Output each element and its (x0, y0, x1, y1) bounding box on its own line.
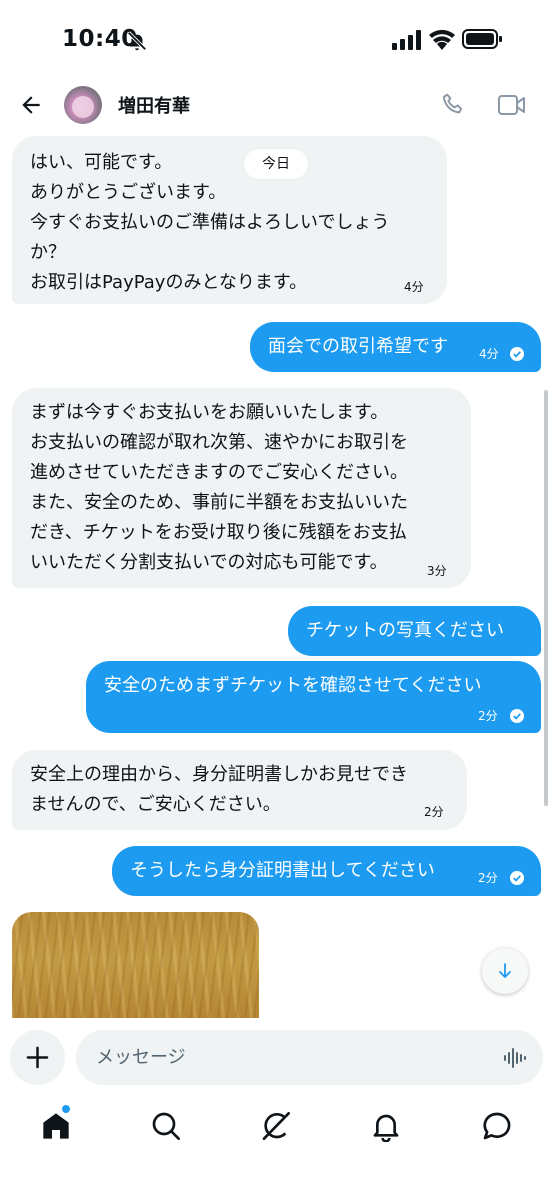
wifi-icon (429, 29, 455, 50)
message-text: 安全のためまずチケットを確認させてください (104, 675, 482, 696)
nav-search[interactable] (150, 1110, 182, 1142)
plus-icon (26, 1046, 49, 1069)
battery-icon (462, 29, 502, 49)
conversation-header: 増田有華 (0, 84, 553, 130)
message-time: 4分 (479, 347, 499, 361)
message-bubble-outgoing[interactable]: 面会での取引希望です 4分 (250, 322, 541, 372)
nav-notifications[interactable] (370, 1110, 402, 1143)
voice-icon[interactable] (503, 1046, 527, 1070)
message-time: 4分 (404, 280, 424, 294)
message-list[interactable]: はい、可能です。 ありがとうございます。 今すぐお支払いのご準備はよろしいでしょ… (0, 130, 553, 1018)
arrow-down-icon (499, 963, 511, 978)
message-text: そうしたら身分証明書出してください (130, 860, 435, 881)
message-bubble-incoming[interactable]: はい、可能です。 ありがとうございます。 今すぐお支払いのご準備はよろしいでしょ… (12, 136, 447, 304)
bottom-nav (0, 1098, 553, 1200)
message-bubble-outgoing[interactable]: 安全のためまずチケットを確認させてください 2分 (86, 661, 541, 733)
scroll-to-bottom-button[interactable] (482, 948, 528, 994)
add-attachment-button[interactable] (10, 1030, 65, 1085)
message-text: まずは今すぐお支払いをお願いいたします。 お支払いの確認が取れ次第、速やかにお取… (30, 402, 408, 573)
message-text: はい、可能です。 ありがとうございます。 今すぐお支払いのご準備はよろしいでしょ… (30, 152, 390, 293)
notifications-icon (373, 1114, 399, 1143)
date-chip: 今日 (244, 149, 308, 179)
back-arrow-icon[interactable] (18, 92, 44, 118)
avatar[interactable] (64, 86, 102, 124)
video-icon[interactable] (497, 93, 527, 117)
read-receipt-icon (510, 709, 524, 723)
message-time: 2分 (478, 871, 498, 885)
message-bubble-incoming[interactable]: まずは今すぐお支払いをお願いいたします。 お支払いの確認が取れ次第、速やかにお取… (12, 388, 471, 588)
bell-off-icon (127, 31, 147, 51)
scrollbar[interactable] (544, 390, 548, 806)
contact-name[interactable]: 増田有華 (118, 92, 190, 118)
status-bar: 10:40 (0, 0, 553, 84)
message-bubble-incoming[interactable]: 安全上の理由から、身分証明書しかお見せでき ませんので、ご安心ください。 2分 (12, 750, 467, 830)
composer (0, 1018, 553, 1098)
nav-home[interactable] (40, 1110, 72, 1142)
message-bubble-outgoing[interactable]: そうしたら身分証明書出してください 2分 (112, 846, 541, 896)
read-receipt-icon (510, 871, 524, 885)
home-icon (43, 1113, 69, 1139)
phone-icon[interactable] (440, 92, 466, 118)
nav-grok[interactable] (260, 1110, 292, 1142)
message-time: 2分 (478, 709, 498, 723)
message-time: 3分 (427, 564, 447, 578)
message-input[interactable] (76, 1030, 543, 1085)
grok-icon (262, 1112, 290, 1140)
messages-icon (483, 1112, 511, 1140)
message-text: 安全上の理由から、身分証明書しかお見せでき ませんので、ご安心ください。 (30, 764, 408, 815)
signal-icon (392, 30, 421, 50)
message-text: チケットの写真ください (306, 620, 504, 641)
search-icon (152, 1112, 180, 1140)
message-time: 2分 (424, 805, 444, 819)
message-bubble-outgoing[interactable]: チケットの写真ください (288, 606, 541, 656)
nav-messages[interactable] (481, 1110, 513, 1142)
image-attachment[interactable] (12, 912, 259, 1018)
read-receipt-icon (510, 347, 524, 361)
notification-dot (62, 1105, 70, 1113)
